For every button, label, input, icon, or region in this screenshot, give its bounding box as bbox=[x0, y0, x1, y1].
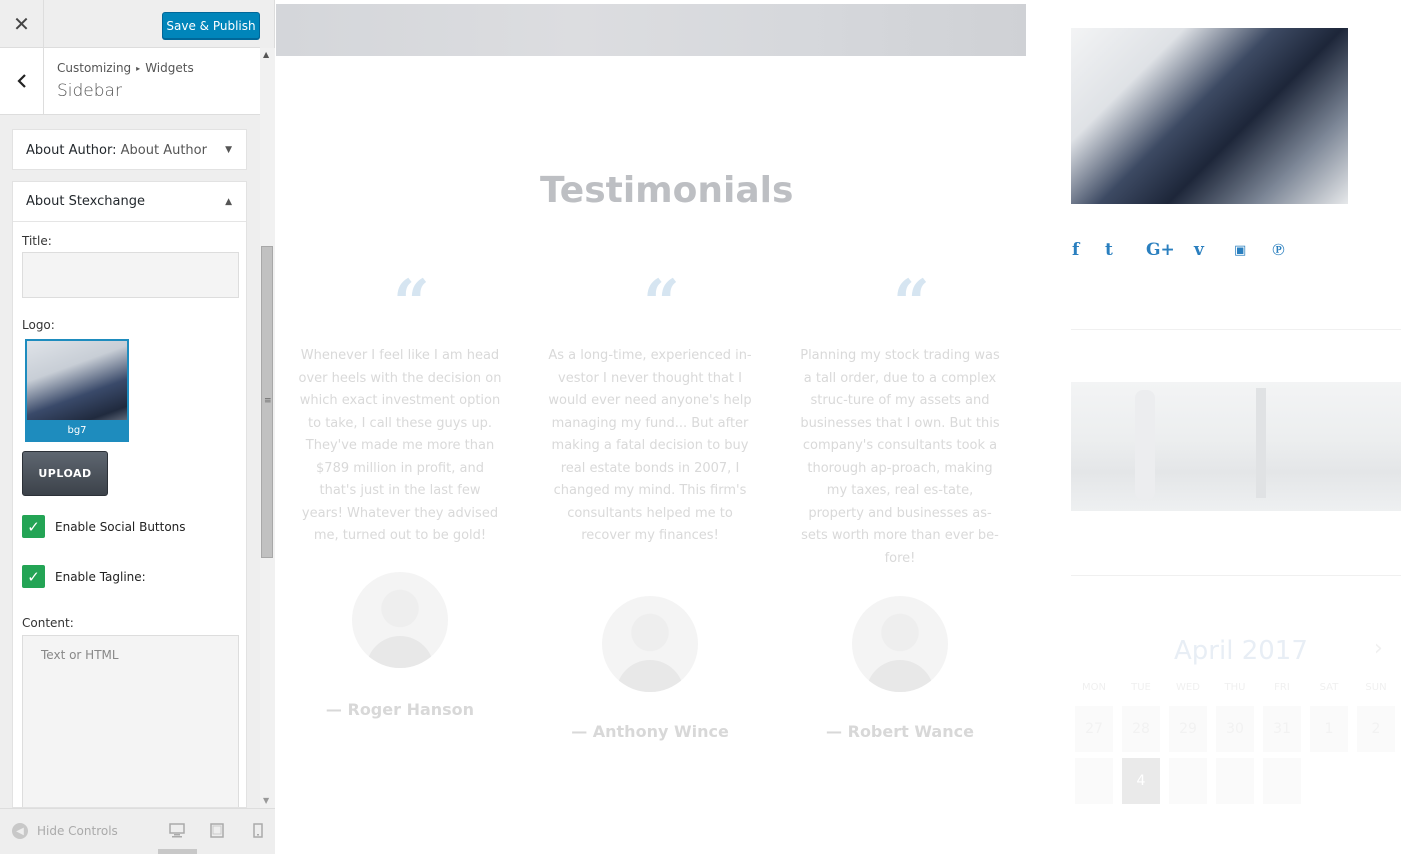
checkmark-icon: ✓ bbox=[27, 567, 40, 586]
facebook-icon[interactable]: f bbox=[1072, 240, 1079, 260]
calendar-day[interactable]: 30 bbox=[1216, 706, 1254, 752]
content-textarea[interactable]: Text or HTML bbox=[22, 635, 239, 807]
calendar-day[interactable]: 2 bbox=[1357, 706, 1395, 752]
calendar-day[interactable]: 27 bbox=[1075, 706, 1113, 752]
calendar-day[interactable] bbox=[1169, 758, 1207, 804]
title-input[interactable] bbox=[22, 252, 239, 298]
breadcrumb: Customizing ▸ Widgets Sidebar bbox=[0, 48, 260, 115]
widget-header[interactable]: About Author: About Author ▼ bbox=[13, 130, 246, 170]
logo-thumbnail[interactable]: bg7 bbox=[25, 339, 129, 442]
calendar-day[interactable] bbox=[1075, 758, 1113, 804]
customizer-footer: ◀ Hide Controls bbox=[0, 808, 275, 854]
quote-icon: “ bbox=[893, 266, 930, 341]
testimonial-author: — Robert Wance bbox=[826, 722, 974, 741]
divider bbox=[1071, 575, 1401, 576]
scrollbar-thumb[interactable]: ≡ bbox=[261, 246, 273, 558]
chevron-left-icon bbox=[16, 74, 26, 88]
calendar-title: April 2017 bbox=[1174, 636, 1308, 666]
title-label: Title: bbox=[22, 234, 52, 248]
calendar-day[interactable] bbox=[1263, 758, 1301, 804]
testimonial-author: — Roger Hanson bbox=[325, 700, 475, 719]
breadcrumb-customizing: Customizing bbox=[57, 61, 132, 75]
arrow-left-circle-icon: ◀ bbox=[12, 823, 28, 839]
checkmark-icon: ✓ bbox=[27, 517, 40, 536]
calendar-weekday: MON bbox=[1082, 682, 1106, 693]
desktop-icon[interactable] bbox=[169, 823, 185, 838]
scroll-down-icon[interactable]: ▼ bbox=[263, 796, 269, 805]
calendar-weekday: SAT bbox=[1319, 682, 1339, 693]
logo-caption: bg7 bbox=[27, 420, 127, 440]
hide-controls-button[interactable]: ◀ Hide Controls bbox=[12, 823, 118, 839]
calendar-day-today[interactable]: 4 bbox=[1122, 758, 1160, 804]
testimonial-text: Planning my stock trading was a tall ord… bbox=[800, 348, 1000, 566]
section-title: Sidebar bbox=[57, 81, 122, 101]
vimeo-icon[interactable]: v bbox=[1194, 240, 1204, 260]
breadcrumb-separator: ▸ bbox=[136, 64, 141, 73]
calendar-weekday: TUE bbox=[1131, 682, 1151, 693]
logo-label: Logo: bbox=[22, 318, 55, 332]
tagline-label: Enable Tagline: bbox=[55, 569, 146, 584]
testimonials-title: Testimonials bbox=[540, 170, 794, 211]
social-buttons-label: Enable Social Buttons bbox=[55, 519, 186, 534]
calendar-weekday: SUN bbox=[1365, 682, 1387, 693]
widget-about-author[interactable]: About Author: About Author ▼ bbox=[12, 129, 247, 170]
chevron-right-icon[interactable]: › bbox=[1374, 636, 1383, 661]
grip-icon: ≡ bbox=[264, 396, 272, 406]
calendar-day[interactable] bbox=[1216, 758, 1254, 804]
calendar-weekday: FRI bbox=[1274, 682, 1290, 693]
upload-button[interactable]: UPLOAD bbox=[22, 451, 108, 496]
widget-title: About Stexchange bbox=[26, 194, 145, 209]
testimonial-text: As a long-time, experienced in-vestor I … bbox=[548, 348, 752, 543]
scroll-up-icon[interactable]: ▲ bbox=[263, 50, 269, 59]
testimonial-text: Whenever I feel like I am head over heel… bbox=[298, 348, 502, 543]
hero-image-strip bbox=[276, 4, 1026, 56]
avatar bbox=[352, 572, 448, 668]
quote-icon: “ bbox=[643, 266, 680, 341]
tagline-checkbox[interactable]: ✓ bbox=[22, 565, 45, 588]
social-buttons-checkbox[interactable]: ✓ bbox=[22, 515, 45, 538]
device-active-indicator bbox=[158, 849, 197, 854]
calendar-day[interactable]: 31 bbox=[1263, 706, 1301, 752]
hide-controls-label: Hide Controls bbox=[37, 824, 118, 838]
about-image bbox=[1071, 28, 1348, 204]
close-icon[interactable]: ✕ bbox=[0, 0, 44, 48]
customizer-panel: ✕ Save & Publish Customizing ▸ Widgets Sid… bbox=[0, 0, 275, 854]
twitter-icon[interactable]: t bbox=[1105, 240, 1113, 260]
widget-header[interactable]: About Stexchange ▲ bbox=[13, 182, 246, 222]
calendar-day[interactable]: 28 bbox=[1122, 706, 1160, 752]
testimonial-author: — Anthony Wince bbox=[571, 722, 729, 741]
quote-icon: “ bbox=[393, 266, 430, 341]
mobile-icon[interactable] bbox=[250, 823, 266, 838]
panel-scrollbar[interactable]: ▲ ≡ ▼ bbox=[260, 48, 275, 808]
customizer-header: ✕ Save & Publish bbox=[0, 0, 260, 48]
calendar-weekday: THU bbox=[1224, 682, 1246, 693]
social-buttons-row[interactable]: ✓ Enable Social Buttons bbox=[22, 515, 186, 538]
divider bbox=[1071, 329, 1401, 330]
google-plus-icon[interactable]: G+ bbox=[1146, 240, 1175, 260]
calendar-weekday: WED bbox=[1176, 682, 1200, 693]
avatar bbox=[602, 596, 698, 692]
caret-down-icon[interactable]: ▼ bbox=[225, 145, 232, 155]
widget-title-prefix: About Author: bbox=[26, 142, 117, 158]
calendar-day[interactable]: 29 bbox=[1169, 706, 1207, 752]
content-label: Content: bbox=[22, 616, 74, 630]
breadcrumb-path: Customizing ▸ Widgets bbox=[57, 61, 194, 75]
caret-up-icon[interactable]: ▲ bbox=[225, 197, 232, 207]
youtube-icon[interactable]: ▣ bbox=[1234, 243, 1246, 258]
widget-title-name: About Author bbox=[116, 142, 207, 158]
avatar bbox=[852, 596, 948, 692]
calendar-day[interactable]: 1 bbox=[1310, 706, 1348, 752]
back-button[interactable] bbox=[0, 48, 44, 114]
widget-about-stexchange: About Stexchange ▲ Title: Logo: bg7 UPLO… bbox=[12, 181, 247, 808]
pinterest-icon[interactable]: ℗ bbox=[1272, 240, 1285, 260]
city-image bbox=[1071, 382, 1401, 511]
tablet-icon[interactable] bbox=[209, 823, 225, 838]
site-preview: Testimonials “ “ “ Whenever I feel like … bbox=[276, 0, 1419, 854]
breadcrumb-widgets: Widgets bbox=[145, 61, 194, 75]
save-publish-button[interactable]: Save & Publish bbox=[162, 12, 260, 39]
tagline-row[interactable]: ✓ Enable Tagline: bbox=[22, 565, 146, 588]
